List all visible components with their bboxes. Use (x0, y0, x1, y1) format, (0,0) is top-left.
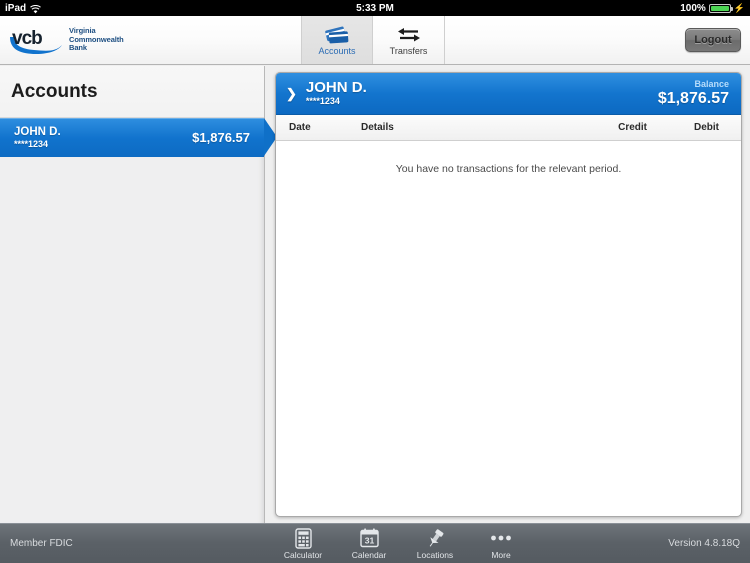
empty-transactions-message: You have no transactions for the relevan… (395, 163, 622, 175)
app-root: iPad 5:33 PM 100% ⚡ vcb Virginia Commonw… (0, 0, 750, 563)
status-bar-time: 5:33 PM (356, 2, 394, 14)
member-fdic-label: Member FDIC (10, 538, 73, 549)
column-credit: Credit (618, 122, 647, 133)
column-debit: Debit (694, 122, 719, 133)
toolbar-item-calculator[interactable]: Calculator (278, 527, 328, 560)
tab-accounts-label: Accounts (318, 46, 356, 56)
tab-accounts[interactable]: Accounts (301, 16, 373, 64)
panel-balance-value: $1,876.57 (657, 90, 729, 107)
svg-text:31: 31 (364, 535, 374, 545)
panel-header: ❯ JOHN D. ****1234 Balance $1,876.57 (276, 73, 741, 115)
toolbar-label-calendar: Calendar (351, 549, 387, 560)
toolbar-item-locations[interactable]: Locations (410, 528, 460, 560)
toolbar-item-calendar[interactable]: 31 Calendar (344, 528, 394, 560)
panel-balance-block: Balance $1,876.57 (658, 79, 729, 108)
calculator-icon (294, 527, 312, 549)
column-date: Date (289, 122, 311, 133)
vcb-logo-icon: vcb (8, 23, 64, 57)
nav-tabs: Accounts Transfers (301, 16, 445, 64)
credit-cards-icon (324, 24, 350, 44)
tab-transfers[interactable]: Transfers (373, 16, 445, 64)
charging-bolt-icon: ⚡ (733, 2, 745, 13)
sidebar-title: Accounts (0, 66, 264, 118)
toolbar-item-more[interactable]: More (476, 528, 526, 560)
column-details: Details (361, 122, 394, 133)
transactions-column-headers: Date Details Credit Debit (276, 115, 741, 141)
panel-account-info: JOHN D. ****1234 (306, 80, 367, 107)
sidebar-account-name: JOHN D. (14, 125, 61, 138)
logout-button[interactable]: Logout (685, 28, 741, 52)
panel-account-number: ****1234 (305, 96, 340, 106)
transfer-arrows-icon (397, 24, 421, 44)
toolbar-label-more: More (491, 549, 511, 560)
panel-balance-label: Balance (694, 79, 729, 89)
brand-logo: vcb Virginia Commonwealth Bank (0, 23, 124, 57)
toolbar-label-locations: Locations (416, 549, 454, 560)
transactions-panel: ❯ JOHN D. ****1234 Balance $1,876.57 Dat… (275, 72, 742, 517)
sidebar-account-info: JOHN D. ****1234 (14, 126, 61, 150)
status-bar: iPad 5:33 PM 100% ⚡ (0, 0, 750, 16)
brand-name: Virginia Commonwealth Bank (69, 27, 124, 53)
panel-account-name: JOHN D. (305, 79, 367, 96)
ellipsis-icon (490, 528, 512, 549)
sidebar-account-row[interactable]: JOHN D. ****1234 $1,876.57 (0, 118, 277, 157)
toolbar-label-calculator: Calculator (283, 549, 323, 560)
chevron-right-icon[interactable]: ❯ (286, 86, 297, 102)
tab-transfers-label: Transfers (389, 46, 428, 56)
brand-line-3: Bank (69, 43, 87, 53)
sidebar-account-balance: $1,876.57 (192, 130, 250, 145)
status-bar-right: 100% ⚡ (680, 3, 745, 14)
accounts-sidebar: Accounts JOHN D. ****1234 $1,876.57 (0, 66, 277, 523)
panel-header-left: ❯ JOHN D. ****1234 (286, 80, 367, 107)
sidebar-account-number: ****1234 (14, 138, 49, 149)
top-navbar: vcb Virginia Commonwealth Bank Accounts … (0, 16, 750, 65)
app-version-label: Version 4.8.18Q (668, 538, 740, 549)
pushpin-icon (425, 528, 446, 549)
bottom-toolbar: Member FDIC Calculator 31 Calendar Locat… (0, 523, 750, 563)
calendar-icon: 31 (359, 528, 379, 549)
svg-text:vcb: vcb (12, 28, 42, 49)
battery-icon (708, 3, 733, 13)
battery-percent: 100% (680, 2, 706, 14)
toolbar-items: Calculator 31 Calendar Locations More (278, 527, 526, 560)
